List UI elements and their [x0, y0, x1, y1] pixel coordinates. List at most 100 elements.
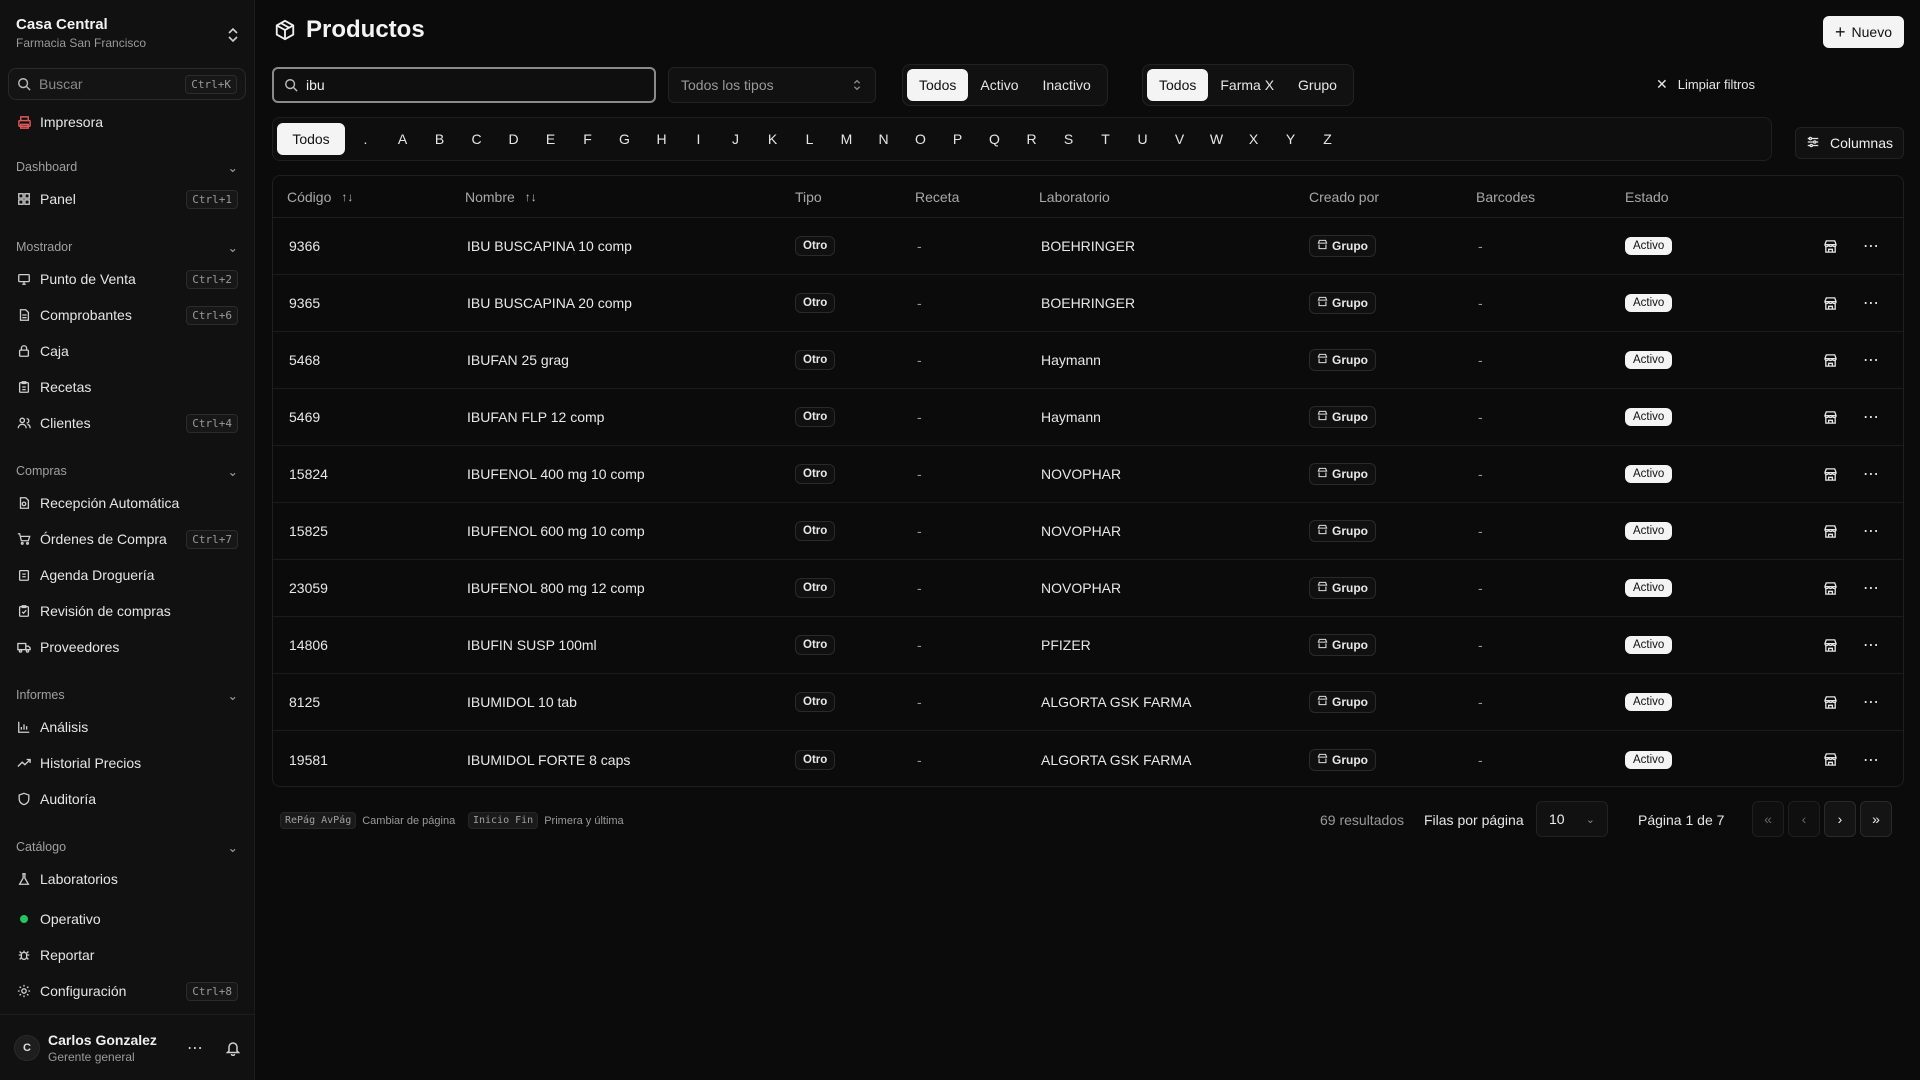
- sidebar-item-punto-de-venta[interactable]: Punto de Venta Ctrl+2: [8, 264, 246, 294]
- sidebar-item-recepcion[interactable]: Recepción Automática: [8, 488, 246, 518]
- sidebar-item-operativo[interactable]: Operativo: [8, 904, 246, 934]
- origin-option-farmax[interactable]: Farma X: [1208, 69, 1286, 101]
- letter-filter-option[interactable]: B: [421, 123, 458, 155]
- letter-filter-option[interactable]: Q: [976, 123, 1013, 155]
- section-catalogo[interactable]: Catálogo ⌄: [16, 837, 238, 857]
- status-option-inactivo[interactable]: Inactivo: [1030, 69, 1102, 101]
- letter-filter-option[interactable]: S: [1050, 123, 1087, 155]
- store-icon[interactable]: [1823, 731, 1838, 786]
- prev-page-button[interactable]: ‹: [1788, 801, 1820, 837]
- more-horizontal-icon[interactable]: ⋯: [1863, 560, 1879, 616]
- sidebar-item-auditoria[interactable]: Auditoría: [8, 784, 246, 814]
- more-horizontal-icon[interactable]: ⋯: [1863, 617, 1879, 673]
- letter-filter-option[interactable]: V: [1161, 123, 1198, 155]
- letter-filter-option[interactable]: P: [939, 123, 976, 155]
- user-menu[interactable]: C Carlos Gonzalez Gerente general ⋯: [0, 1014, 255, 1080]
- letter-filter-option[interactable]: W: [1198, 123, 1235, 155]
- sidebar-item-agenda[interactable]: Agenda Droguería: [8, 560, 246, 590]
- letter-filter-option[interactable]: G: [606, 123, 643, 155]
- sidebar-item-analisis[interactable]: Análisis: [8, 712, 246, 742]
- first-page-button[interactable]: «: [1752, 801, 1784, 837]
- table-row[interactable]: 5469 IBUFAN FLP 12 comp Otro - Haymann Grupo -…: [273, 389, 1903, 446]
- store-icon[interactable]: [1823, 389, 1838, 445]
- sidebar-item-laboratorios[interactable]: Laboratorios: [8, 864, 246, 894]
- more-horizontal-icon[interactable]: ⋯: [1863, 731, 1879, 786]
- letter-filter-option[interactable]: O: [902, 123, 939, 155]
- table-row[interactable]: 14806 IBUFIN SUSP 100ml Otro - PFIZER Grupo - A…: [273, 617, 1903, 674]
- store-icon[interactable]: [1823, 332, 1838, 388]
- sidebar-item-panel[interactable]: Panel Ctrl+1: [8, 184, 246, 214]
- letter-filter-option[interactable]: N: [865, 123, 902, 155]
- section-compras[interactable]: Compras ⌄: [16, 461, 238, 481]
- sidebar-item-caja[interactable]: Caja: [8, 336, 246, 366]
- next-page-button[interactable]: ›: [1824, 801, 1856, 837]
- letter-filter-option[interactable]: F: [569, 123, 606, 155]
- letter-filter-option[interactable]: R: [1013, 123, 1050, 155]
- store-icon[interactable]: [1823, 275, 1838, 331]
- section-informes[interactable]: Informes ⌄: [16, 685, 238, 705]
- type-select[interactable]: Todos los tipos: [668, 67, 876, 103]
- store-icon[interactable]: [1823, 218, 1838, 274]
- sidebar-item-impresora[interactable]: Impresora: [8, 107, 246, 137]
- sidebar-item-recetas[interactable]: Recetas: [8, 372, 246, 402]
- status-option-activo[interactable]: Activo: [968, 69, 1030, 101]
- letter-filter-option[interactable]: Z: [1309, 123, 1346, 155]
- sidebar-item-ordenes[interactable]: Órdenes de Compra Ctrl+7: [8, 524, 246, 554]
- more-horizontal-icon[interactable]: ⋯: [1863, 218, 1879, 274]
- table-row[interactable]: 9366 IBU BUSCAPINA 10 comp Otro - BOEHRINGER…: [273, 218, 1903, 275]
- last-page-button[interactable]: »: [1860, 801, 1892, 837]
- table-row[interactable]: 23059 IBUFENOL 800 mg 12 comp Otro - NOVOPHA…: [273, 560, 1903, 617]
- more-horizontal-icon[interactable]: ⋯: [1863, 446, 1879, 502]
- sidebar-item-reportar[interactable]: Reportar: [8, 940, 246, 970]
- letter-filter-option[interactable]: H: [643, 123, 680, 155]
- new-product-button[interactable]: + Nuevo: [1823, 16, 1904, 48]
- org-switcher[interactable]: Casa Central Farmacia San Francisco: [16, 16, 244, 56]
- letter-filter-option[interactable]: L: [791, 123, 828, 155]
- store-icon[interactable]: [1823, 503, 1838, 559]
- table-row[interactable]: 5468 IBUFAN 25 grag Otro - Haymann Grupo - Acti…: [273, 332, 1903, 389]
- origin-option-todos[interactable]: Todos: [1147, 69, 1209, 101]
- status-option-todos[interactable]: Todos: [907, 69, 969, 101]
- table-row[interactable]: 15825 IBUFENOL 600 mg 10 comp Otro - NOVOPHA…: [273, 503, 1903, 560]
- product-search-input[interactable]: [306, 77, 626, 93]
- sidebar-item-clientes[interactable]: Clientes Ctrl+4: [8, 408, 246, 438]
- clear-filters-button[interactable]: ✕ Limpiar filtros: [1656, 76, 1755, 93]
- table-row[interactable]: 19581 IBUMIDOL FORTE 8 caps Otro - ALGORTA G…: [273, 731, 1903, 786]
- letter-filter-option[interactable]: A: [384, 123, 421, 155]
- store-icon[interactable]: [1823, 617, 1838, 673]
- header-nombre[interactable]: Nombre ↑↓: [465, 176, 537, 217]
- letter-filter-option[interactable]: U: [1124, 123, 1161, 155]
- table-row[interactable]: 8125 IBUMIDOL 10 tab Otro - ALGORTA GSK FARM…: [273, 674, 1903, 731]
- letter-filter-option[interactable]: I: [680, 123, 717, 155]
- letter-filter-option[interactable]: M: [828, 123, 865, 155]
- origin-option-grupo[interactable]: Grupo: [1286, 69, 1349, 101]
- sidebar-item-configuracion[interactable]: Configuración Ctrl+8: [8, 976, 246, 1006]
- rows-per-page-select[interactable]: 10 ⌄: [1536, 801, 1608, 837]
- table-row[interactable]: 9365 IBU BUSCAPINA 20 comp Otro - BOEHRINGER…: [273, 275, 1903, 332]
- header-codigo[interactable]: Código ↑↓: [287, 176, 353, 217]
- section-mostrador[interactable]: Mostrador ⌄: [16, 237, 238, 257]
- letter-filter-option[interactable]: X: [1235, 123, 1272, 155]
- table-row[interactable]: 15824 IBUFENOL 400 mg 10 comp Otro - NOVOPHA…: [273, 446, 1903, 503]
- more-horizontal-icon[interactable]: ⋯: [1863, 332, 1879, 388]
- letter-filter-option[interactable]: T: [1087, 123, 1124, 155]
- letter-filter-option[interactable]: Todos: [277, 123, 345, 155]
- sidebar-item-proveedores[interactable]: Proveedores: [8, 632, 246, 662]
- letter-filter-option[interactable]: .: [347, 123, 384, 155]
- letter-filter-option[interactable]: K: [754, 123, 791, 155]
- store-icon[interactable]: [1823, 446, 1838, 502]
- letter-filter-option[interactable]: J: [717, 123, 754, 155]
- sidebar-search[interactable]: Buscar Ctrl+K: [8, 68, 246, 100]
- sidebar-item-comprobantes[interactable]: Comprobantes Ctrl+6: [8, 300, 246, 330]
- section-dashboard[interactable]: Dashboard ⌄: [16, 157, 238, 177]
- bell-icon[interactable]: [225, 1040, 241, 1056]
- store-icon[interactable]: [1823, 674, 1838, 730]
- letter-filter-option[interactable]: Y: [1272, 123, 1309, 155]
- columns-button[interactable]: Columnas: [1794, 127, 1904, 159]
- letter-filter-option[interactable]: C: [458, 123, 495, 155]
- sidebar-item-revision[interactable]: Revisión de compras: [8, 596, 246, 626]
- store-icon[interactable]: [1823, 560, 1838, 616]
- more-horizontal-icon[interactable]: ⋯: [1863, 389, 1879, 445]
- letter-filter-option[interactable]: E: [532, 123, 569, 155]
- sidebar-item-historial[interactable]: Historial Precios: [8, 748, 246, 778]
